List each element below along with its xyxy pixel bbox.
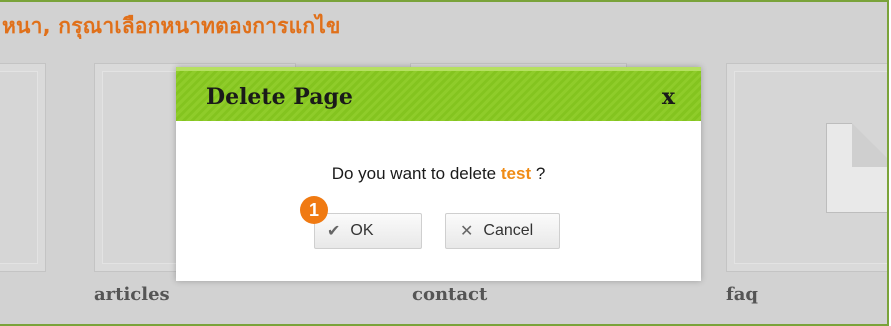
- message-prefix: Do you want to delete: [331, 164, 501, 183]
- ok-label: OK: [350, 222, 374, 239]
- ok-button[interactable]: ✔ OK: [314, 213, 422, 249]
- dialog-header: Delete Page x: [176, 67, 701, 121]
- check-icon: ✔: [327, 223, 341, 240]
- confirm-message: Do you want to delete test ?: [176, 164, 701, 184]
- message-suffix: ?: [531, 164, 546, 183]
- step-number-badge: 1: [300, 196, 328, 224]
- cancel-label: Cancel: [483, 222, 534, 239]
- page-name-highlight: test: [500, 164, 532, 183]
- dialog-title: Delete Page: [206, 84, 353, 110]
- close-button[interactable]: x: [662, 84, 675, 110]
- cancel-button[interactable]: ✕ Cancel: [445, 213, 560, 249]
- x-icon: ✕: [460, 223, 474, 240]
- delete-page-dialog: Delete Page x Do you want to delete test…: [176, 67, 701, 281]
